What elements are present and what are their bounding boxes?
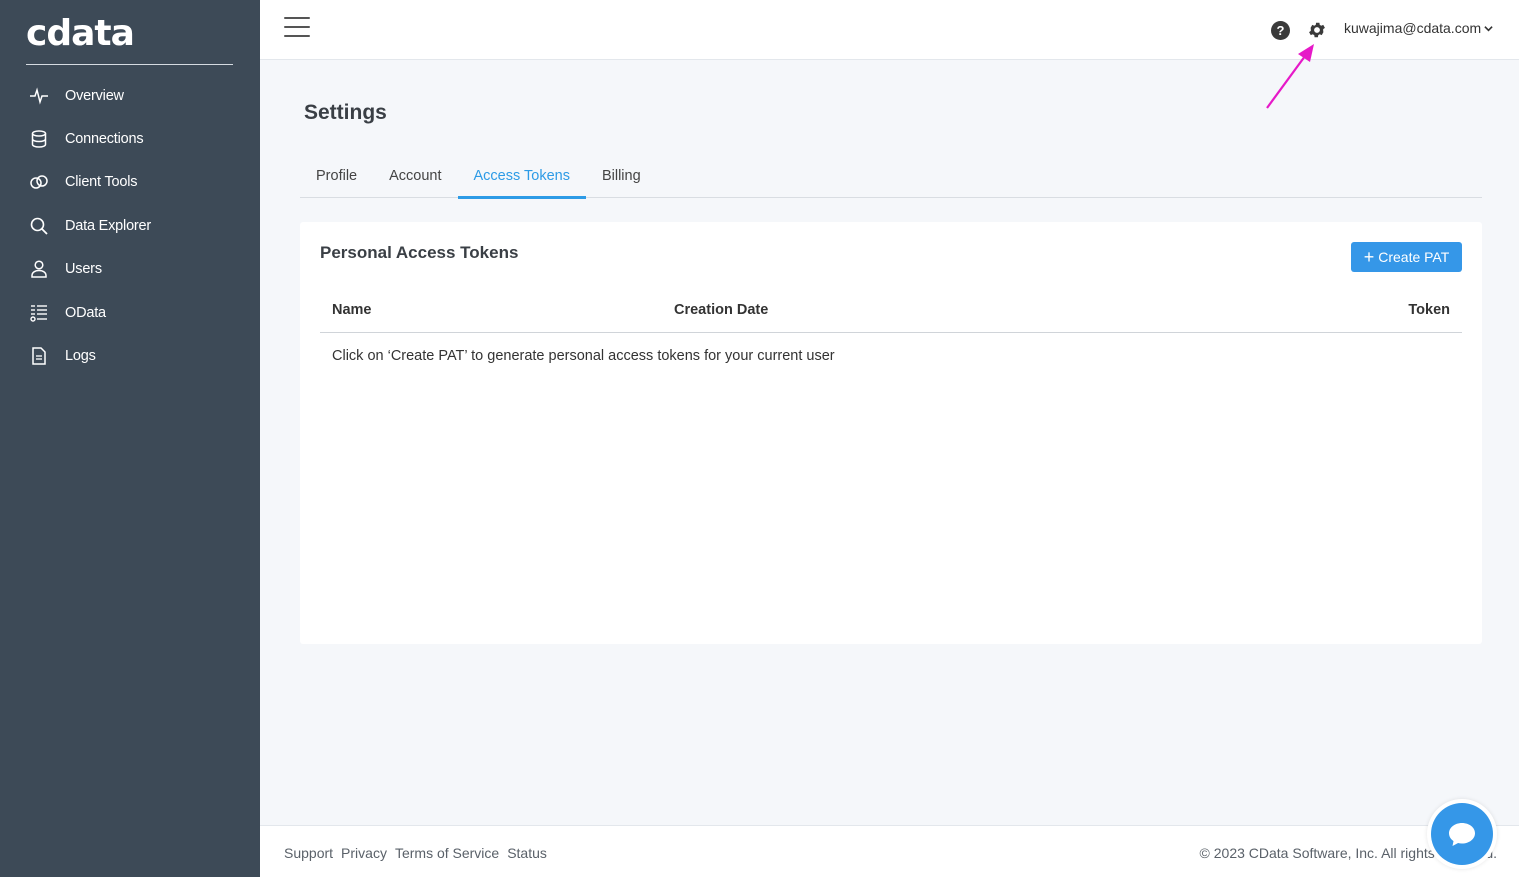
footer-links: Support Privacy Terms of Service Status	[284, 845, 555, 861]
link-icon	[28, 171, 50, 193]
footer-link-terms[interactable]: Terms of Service	[395, 845, 499, 861]
column-header-token[interactable]: Token	[1408, 302, 1450, 318]
sidebar-item-odata[interactable]: OData	[0, 291, 260, 334]
page-title: Settings	[304, 101, 387, 124]
chat-bubble-icon	[1449, 823, 1475, 846]
search-icon	[28, 215, 50, 237]
sidebar-item-label: Users	[65, 261, 102, 278]
chevron-down-icon	[1484, 25, 1493, 31]
sidebar-item-client-tools[interactable]: Client Tools	[0, 161, 260, 204]
sidebar-item-overview[interactable]: Overview	[0, 74, 260, 117]
user-icon	[28, 258, 50, 280]
sidebar-item-label: Client Tools	[65, 174, 138, 191]
sidebar-item-label: Data Explorer	[65, 217, 152, 234]
gear-icon[interactable]	[1307, 20, 1327, 40]
column-header-creation-date[interactable]: Creation Date	[674, 302, 768, 318]
tokens-table-header: Name Creation Date Token	[320, 292, 1462, 333]
sidebar-item-data-explorer[interactable]: Data Explorer	[0, 204, 260, 247]
document-icon	[28, 345, 50, 367]
chat-widget-button[interactable]	[1427, 799, 1497, 869]
tab-profile[interactable]: Profile	[300, 158, 373, 198]
hamburger-menu-icon[interactable]	[284, 17, 310, 41]
create-pat-button[interactable]: + Create PAT	[1351, 242, 1462, 272]
sidebar-item-label: Connections	[65, 131, 144, 148]
sidebar: cdata Overview Connections Client Tools	[0, 0, 260, 877]
pulse-icon	[28, 85, 50, 107]
create-pat-label: Create PAT	[1378, 249, 1450, 265]
tab-billing[interactable]: Billing	[586, 158, 657, 198]
sidebar-item-logs[interactable]: Logs	[0, 334, 260, 377]
column-header-name[interactable]: Name	[332, 302, 372, 318]
sidebar-item-label: Overview	[65, 87, 124, 104]
help-icon[interactable]: ?	[1271, 21, 1290, 40]
card-title: Personal Access Tokens	[320, 243, 519, 262]
tab-access-tokens[interactable]: Access Tokens	[457, 158, 587, 199]
tab-account[interactable]: Account	[373, 158, 457, 198]
sidebar-item-label: Logs	[65, 348, 96, 365]
footer-link-privacy[interactable]: Privacy	[341, 845, 387, 861]
sidebar-item-label: OData	[65, 304, 106, 321]
plus-icon: +	[1363, 247, 1375, 267]
user-email: kuwajima@cdata.com	[1344, 20, 1482, 36]
database-icon	[28, 128, 50, 150]
footer-link-status[interactable]: Status	[507, 845, 547, 861]
sidebar-nav: Overview Connections Client Tools Data E…	[0, 74, 260, 378]
sidebar-item-users[interactable]: Users	[0, 248, 260, 291]
sidebar-item-connections[interactable]: Connections	[0, 117, 260, 160]
footer-link-support[interactable]: Support	[284, 845, 333, 861]
settings-tabs: Profile Account Access Tokens Billing	[300, 158, 1482, 199]
topbar: ? kuwajima@cdata.com	[260, 0, 1519, 60]
odata-icon	[28, 302, 50, 324]
empty-state-message: Click on ‘Create PAT’ to generate person…	[332, 348, 835, 364]
footer: Support Privacy Terms of Service Status …	[260, 825, 1519, 877]
cdata-logo[interactable]: cdata	[26, 14, 146, 54]
sidebar-divider	[26, 64, 233, 65]
user-menu[interactable]: kuwajima@cdata.com	[1344, 20, 1493, 36]
personal-access-tokens-card: Personal Access Tokens + Create PAT Name…	[300, 222, 1482, 644]
